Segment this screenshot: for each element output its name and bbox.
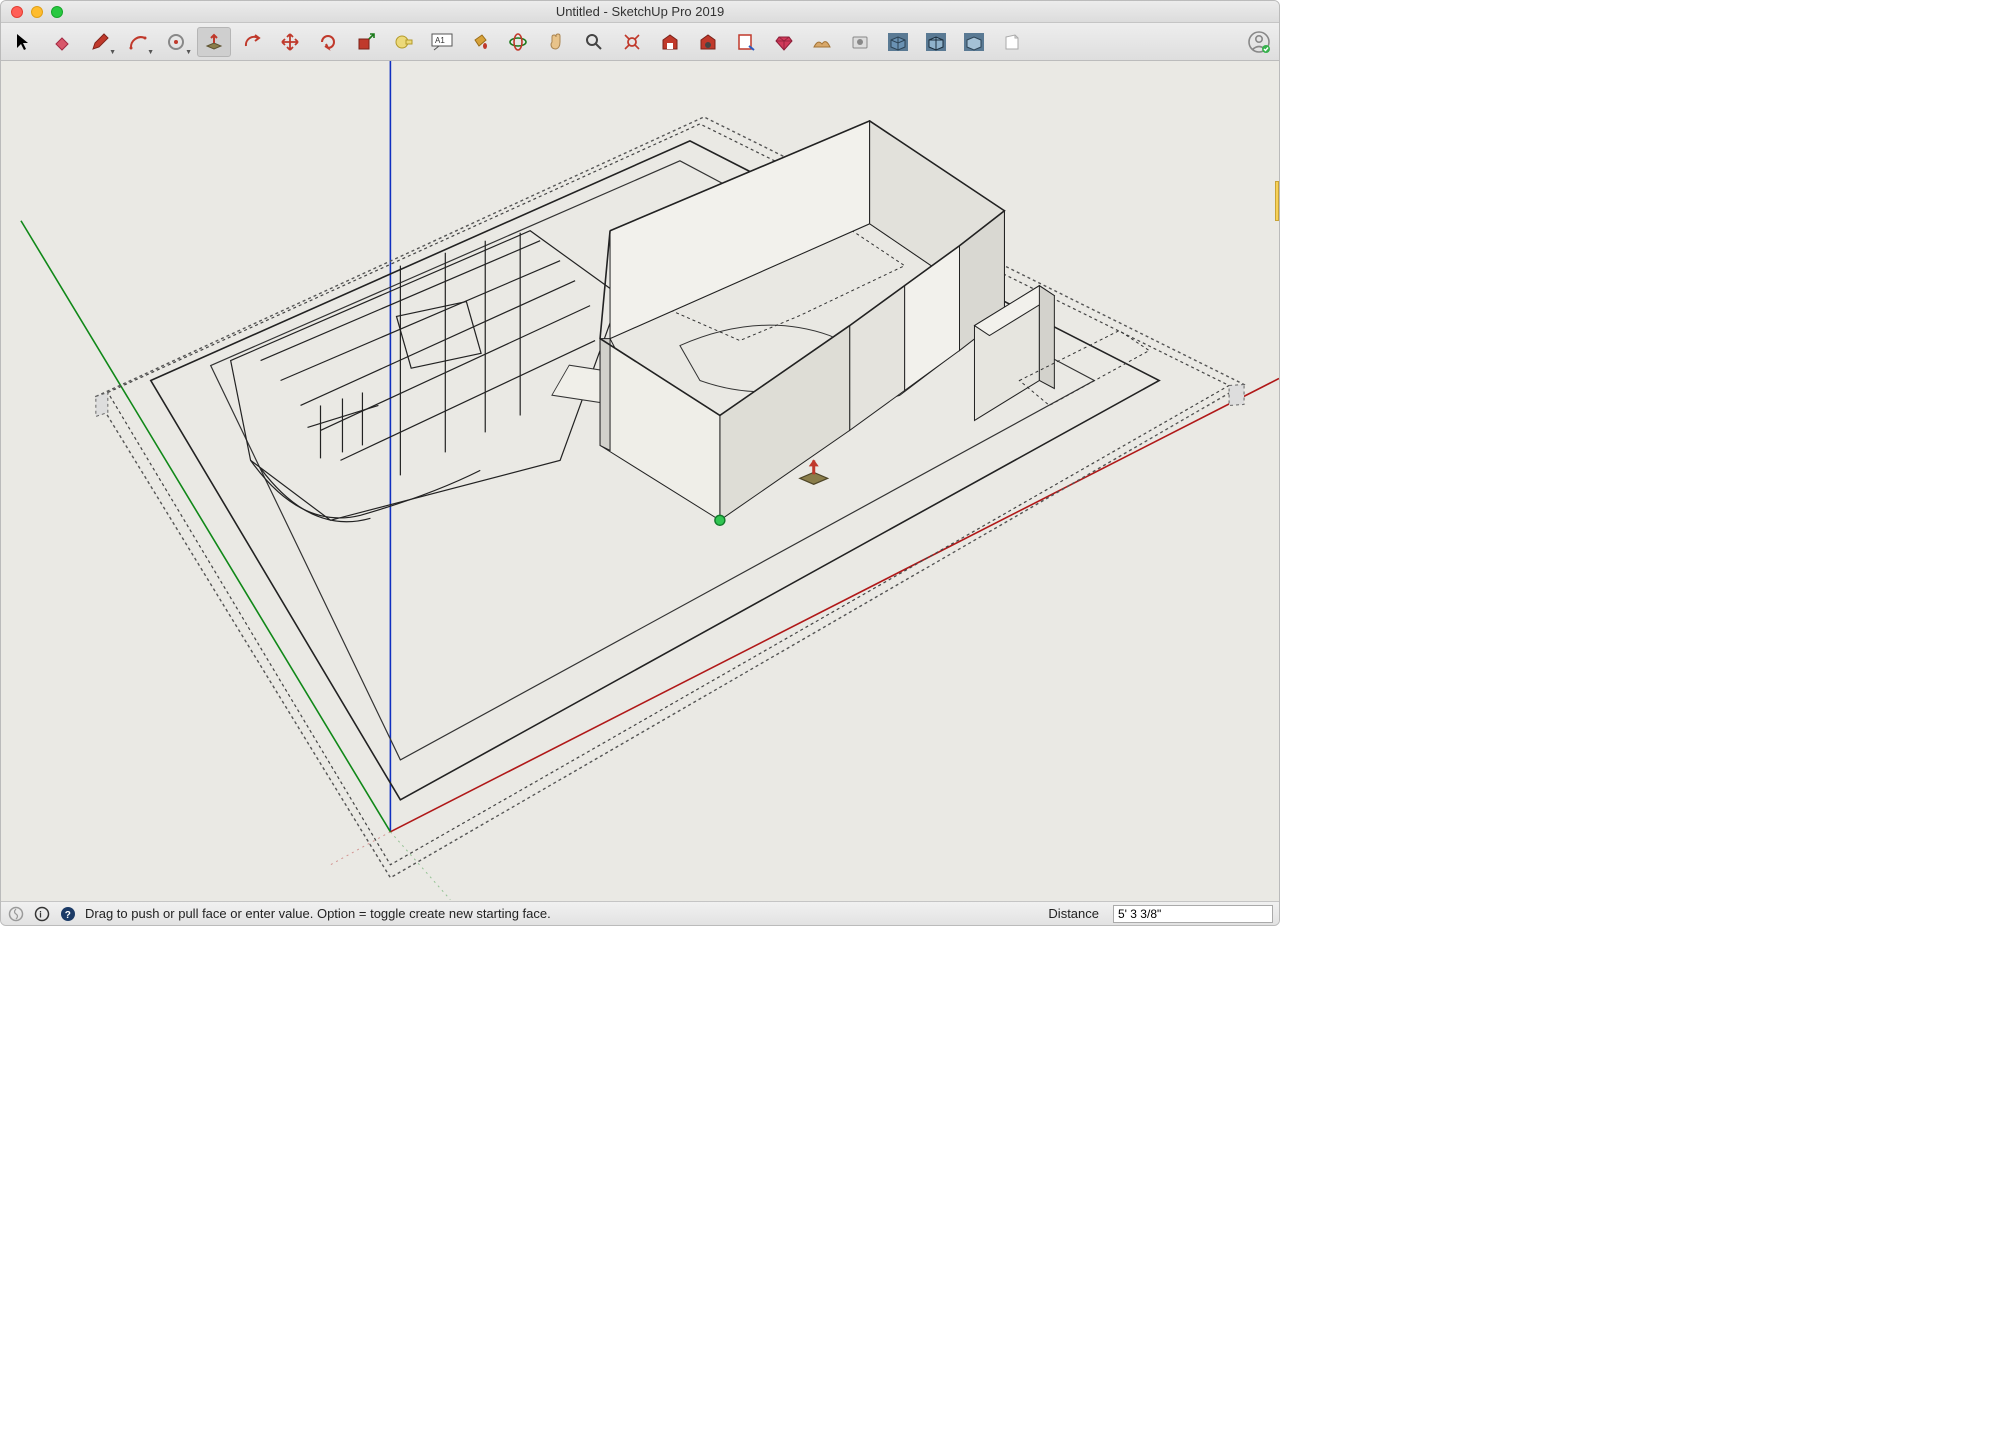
shapes-tool[interactable]: ▼ bbox=[159, 27, 193, 57]
statusbar: i ? Drag to push or pull face or enter v… bbox=[1, 901, 1279, 925]
warehouse-tool[interactable] bbox=[653, 27, 687, 57]
svg-text:i: i bbox=[39, 909, 42, 919]
offset-icon bbox=[242, 32, 262, 52]
main-toolbar: ▼ ▼ ▼ bbox=[1, 23, 1279, 61]
terrain-icon bbox=[812, 32, 832, 52]
paint-icon bbox=[470, 32, 490, 52]
select-tool[interactable] bbox=[7, 27, 41, 57]
status-hint: Drag to push or pull face or enter value… bbox=[85, 906, 551, 921]
geo-status-icon[interactable] bbox=[7, 905, 25, 923]
photo-tool[interactable] bbox=[843, 27, 877, 57]
svg-text:A1: A1 bbox=[435, 36, 445, 45]
eraser-tool[interactable] bbox=[45, 27, 79, 57]
zoom-window-button[interactable] bbox=[51, 6, 63, 18]
layout-tool[interactable] bbox=[729, 27, 763, 57]
ext-manager-tool[interactable] bbox=[767, 27, 801, 57]
paint-tool[interactable] bbox=[463, 27, 497, 57]
chevron-down-icon: ▼ bbox=[109, 49, 116, 56]
orbit-icon bbox=[508, 32, 528, 52]
measurements-input[interactable] bbox=[1113, 905, 1273, 923]
help-status-icon[interactable]: ? bbox=[59, 905, 77, 923]
style1-tool[interactable] bbox=[881, 27, 915, 57]
account-button[interactable] bbox=[1245, 28, 1273, 56]
chevron-down-icon: ▼ bbox=[147, 49, 154, 56]
text-tool[interactable]: A1 bbox=[425, 27, 459, 57]
cube-texture-icon bbox=[963, 32, 985, 52]
eraser-icon bbox=[52, 32, 72, 52]
zoom-extents-tool[interactable] bbox=[615, 27, 649, 57]
svg-text:?: ? bbox=[65, 910, 71, 921]
window-controls bbox=[1, 6, 63, 18]
measurements-label: Distance bbox=[1048, 906, 1105, 921]
ext-warehouse-icon bbox=[698, 32, 718, 52]
credits-status-icon[interactable]: i bbox=[33, 905, 51, 923]
viewport-3d[interactable] bbox=[1, 61, 1279, 901]
arc-tool[interactable]: ▼ bbox=[121, 27, 155, 57]
zoom-tool[interactable] bbox=[577, 27, 611, 57]
minimize-window-button[interactable] bbox=[31, 6, 43, 18]
scene-drawing bbox=[1, 61, 1279, 900]
close-window-button[interactable] bbox=[11, 6, 23, 18]
rotate-tool[interactable] bbox=[311, 27, 345, 57]
paper-icon bbox=[1002, 32, 1022, 52]
arc-icon bbox=[128, 32, 148, 52]
photo-icon bbox=[850, 32, 870, 52]
move-icon bbox=[280, 32, 300, 52]
magnifier-icon bbox=[584, 32, 604, 52]
zoom-extents-icon bbox=[622, 32, 642, 52]
gem-icon bbox=[774, 32, 794, 52]
offset-tool[interactable] bbox=[235, 27, 269, 57]
style3-tool[interactable] bbox=[957, 27, 991, 57]
tape-icon bbox=[394, 32, 414, 52]
user-icon bbox=[1247, 30, 1271, 54]
pushpull-icon bbox=[203, 32, 225, 52]
tape-tool[interactable] bbox=[387, 27, 421, 57]
scale-icon bbox=[356, 32, 376, 52]
scale-tool[interactable] bbox=[349, 27, 383, 57]
orbit-tool[interactable] bbox=[501, 27, 535, 57]
paper-tool[interactable] bbox=[995, 27, 1029, 57]
titlebar: Untitled - SketchUp Pro 2019 bbox=[1, 1, 1279, 23]
ext-warehouse-tool[interactable] bbox=[691, 27, 725, 57]
app-window: Untitled - SketchUp Pro 2019 ▼ ▼ ▼ bbox=[0, 0, 1280, 926]
pencil-icon bbox=[90, 32, 110, 52]
chevron-down-icon: ▼ bbox=[185, 49, 192, 56]
window-title: Untitled - SketchUp Pro 2019 bbox=[1, 4, 1279, 19]
cube-shaded-icon bbox=[887, 32, 909, 52]
cursor-icon bbox=[14, 32, 34, 52]
move-tool[interactable] bbox=[273, 27, 307, 57]
warehouse-icon bbox=[660, 32, 680, 52]
style2-tool[interactable] bbox=[919, 27, 953, 57]
text-icon: A1 bbox=[431, 33, 453, 51]
pan-tool[interactable] bbox=[539, 27, 573, 57]
hand-icon bbox=[546, 32, 566, 52]
draw-tool[interactable]: ▼ bbox=[83, 27, 117, 57]
cube-wire-icon bbox=[925, 32, 947, 52]
pushpull-tool[interactable] bbox=[197, 27, 231, 57]
xray-toggle-tab[interactable] bbox=[1275, 181, 1279, 221]
layout-icon bbox=[736, 32, 756, 52]
rotate-icon bbox=[318, 32, 338, 52]
geolocation-tool[interactable] bbox=[805, 27, 839, 57]
shapes-icon bbox=[165, 32, 187, 52]
